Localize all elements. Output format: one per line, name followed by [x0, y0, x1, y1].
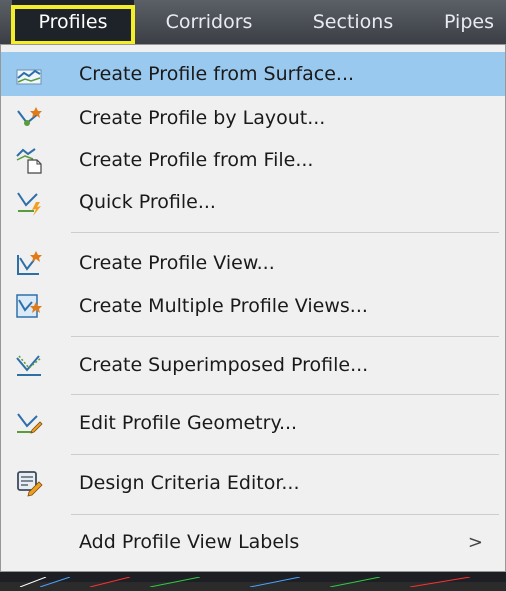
edit-profile-geometry-icon — [15, 409, 43, 437]
menu-item-label: Create Profile from Surface... — [79, 63, 355, 85]
menu-separator — [71, 336, 499, 337]
menu-item-edit-profile-geometry[interactable]: Edit Profile Geometry... — [1, 401, 505, 445]
quick-profile-icon — [15, 188, 43, 216]
menu-item-quick-profile[interactable]: Quick Profile... — [1, 181, 505, 223]
multiple-profile-views-icon — [15, 292, 43, 320]
menu-pipes[interactable]: Pipes — [432, 0, 506, 44]
menu-separator — [71, 454, 499, 455]
menu-item-label: Create Multiple Profile Views... — [79, 295, 368, 317]
menu-separator — [71, 514, 499, 515]
menu-item-label: Add Profile View Labels — [79, 531, 300, 553]
profile-layout-icon — [15, 104, 43, 132]
menu-item-create-profile-by-layout[interactable]: Create Profile by Layout... — [1, 97, 505, 139]
drawing-canvas[interactable] — [0, 572, 506, 588]
menu-item-create-multiple-profile-views[interactable]: Create Multiple Profile Views... — [1, 285, 505, 327]
menu-item-create-profile-view[interactable]: Create Profile View... — [1, 241, 505, 285]
profile-from-surface-icon — [15, 60, 43, 88]
menu-separator — [71, 232, 499, 233]
menu-item-label: Design Criteria Editor... — [79, 472, 300, 494]
menu-item-create-profile-from-file[interactable]: Create Profile from File... — [1, 139, 505, 181]
profiles-dropdown-menu: Create Profile from Surface... Create Pr… — [0, 44, 506, 572]
menu-item-label: Create Superimposed Profile... — [79, 354, 369, 376]
menu-item-label: Create Profile from File... — [79, 149, 314, 171]
menu-item-design-criteria-editor[interactable]: Design Criteria Editor... — [1, 461, 505, 505]
menu-item-label: Quick Profile... — [79, 191, 216, 213]
menu-item-create-superimposed-profile[interactable]: Create Superimposed Profile... — [1, 343, 505, 387]
superimposed-profile-icon — [15, 351, 43, 379]
profile-view-icon — [15, 249, 43, 277]
menu-item-label: Create Profile View... — [79, 252, 275, 274]
design-criteria-editor-icon — [15, 469, 43, 497]
profile-from-file-icon — [15, 146, 43, 174]
submenu-arrow-icon: > — [467, 531, 483, 553]
menu-item-label: Edit Profile Geometry... — [79, 412, 298, 434]
menu-sections[interactable]: Sections — [294, 0, 412, 44]
menu-corridors[interactable]: Corridors — [148, 0, 270, 44]
menu-item-add-profile-view-labels[interactable]: Add Profile View Labels > — [1, 519, 505, 565]
menu-separator — [71, 394, 499, 395]
menu-item-label: Create Profile by Layout... — [79, 107, 326, 129]
menubar: Profiles Corridors Sections Pipes — [0, 0, 506, 44]
menu-item-create-profile-from-surface[interactable]: Create Profile from Surface... — [1, 52, 505, 96]
menu-profiles[interactable]: Profiles — [12, 0, 134, 44]
